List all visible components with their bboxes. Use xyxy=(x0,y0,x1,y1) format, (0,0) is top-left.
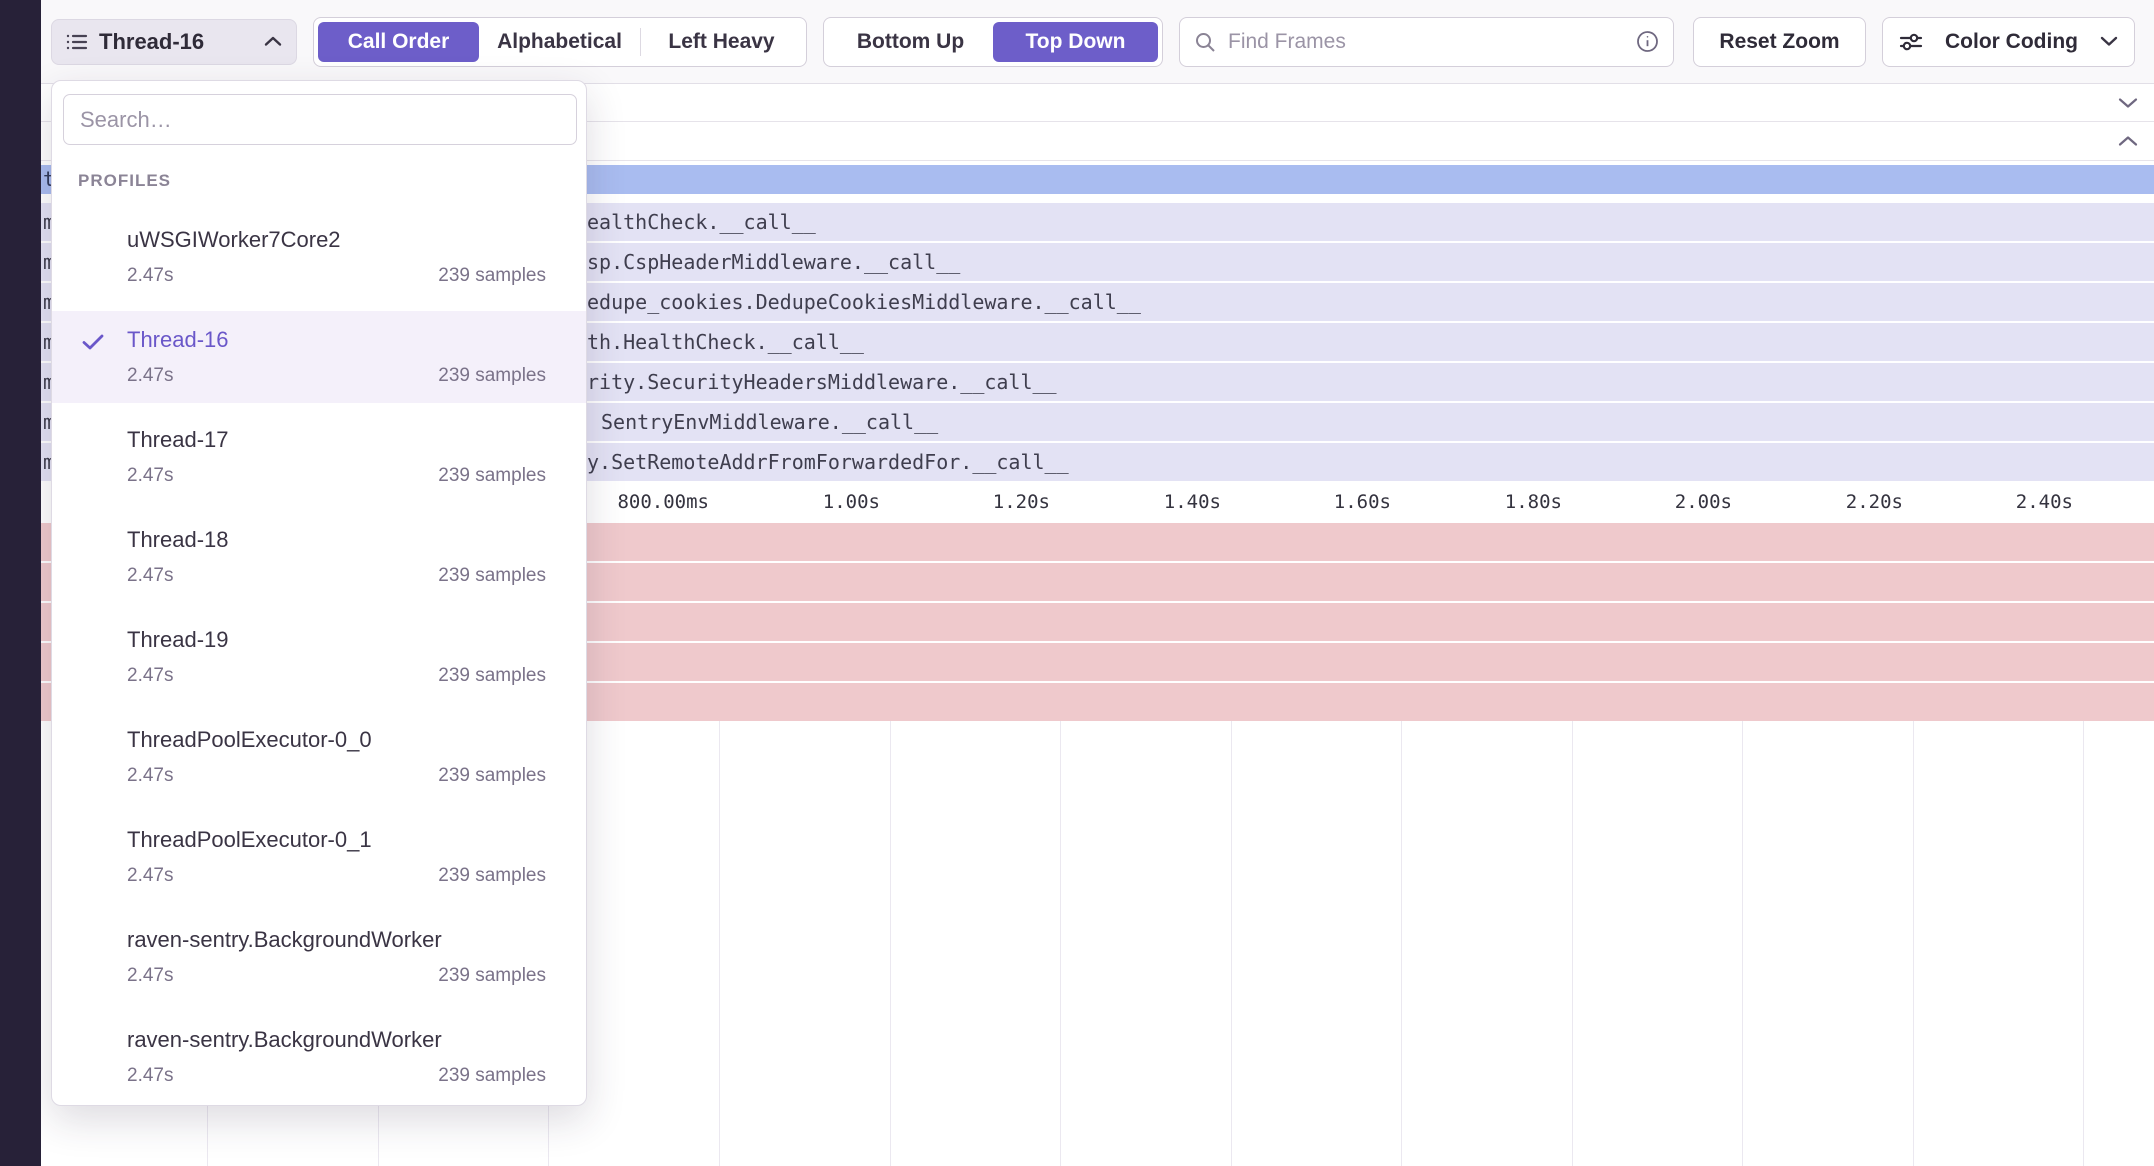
profiles-dropdown: PROFILES uWSGIWorker7Core2 2.47s 239 sam… xyxy=(51,80,587,1106)
profile-name: Thread-17 xyxy=(127,427,229,453)
ruler-tick-label: 1.60s xyxy=(1334,483,1391,521)
gridline xyxy=(1231,721,1232,1166)
profile-samples: 239 samples xyxy=(438,265,546,287)
profile-item[interactable]: ThreadPoolExecutor-0_0 2.47s 239 samples xyxy=(52,711,586,803)
frame-label: ealthCheck.__call__ xyxy=(587,203,816,241)
profiler-toolbar: Thread-16 Call Order Alphabetical Left H… xyxy=(41,0,2154,84)
frame-label: y.SetRemoteAddrFromForwardedFor.__call__ xyxy=(587,443,1069,481)
profile-samples: 239 samples xyxy=(438,865,546,887)
frame-label: rity.SecurityHeadersMiddleware.__call__ xyxy=(587,363,1057,401)
profile-samples: 239 samples xyxy=(438,565,546,587)
thread-selector-label: Thread-16 xyxy=(99,29,253,55)
section-collapse-chevron-down-icon[interactable] xyxy=(2118,97,2138,109)
profile-name: raven-sentry.BackgroundWorker xyxy=(127,927,442,953)
ruler-tick-label: 1.20s xyxy=(993,483,1050,521)
chevron-up-icon xyxy=(264,36,282,47)
gridline xyxy=(1060,721,1061,1166)
profile-name: raven-sentry.BackgroundWorker xyxy=(127,1027,442,1053)
gridline xyxy=(890,721,891,1166)
thread-list-icon xyxy=(66,33,88,51)
gridline xyxy=(1572,721,1573,1166)
profile-name: ThreadPoolExecutor-0_1 xyxy=(127,827,372,853)
sort-option-call-order[interactable]: Call Order xyxy=(318,22,479,62)
profile-samples: 239 samples xyxy=(438,965,546,987)
ruler-tick-label: 1.80s xyxy=(1505,483,1562,521)
ruler-tick-label: 800.00ms xyxy=(617,483,709,521)
profile-item[interactable]: uWSGIWorker7Core2 2.47s 239 samples xyxy=(52,211,586,303)
find-frames-input[interactable] xyxy=(1226,29,1626,55)
sliders-icon xyxy=(1899,32,1923,52)
chevron-down-icon xyxy=(2100,36,2118,47)
find-frames-field xyxy=(1179,17,1674,67)
ruler-tick-label: 1.40s xyxy=(1164,483,1221,521)
app-sidebar-strip xyxy=(0,0,41,1166)
profile-duration: 2.47s xyxy=(127,565,173,587)
section-expand-chevron-up-icon[interactable] xyxy=(2118,135,2138,147)
profile-duration: 2.47s xyxy=(127,665,173,687)
profile-item[interactable]: raven-sentry.BackgroundWorker 2.47s 239 … xyxy=(52,911,586,1003)
profile-samples: 239 samples xyxy=(438,465,546,487)
profile-samples: 239 samples xyxy=(438,1065,546,1087)
profile-name: Thread-16 xyxy=(127,327,229,353)
profile-item[interactable]: raven-sentry.BackgroundWorker 2.47s 239 … xyxy=(52,1011,586,1103)
profile-duration: 2.47s xyxy=(127,365,173,387)
ruler-tick-label: 2.40s xyxy=(2016,483,2073,521)
profile-item[interactable]: Thread-19 2.47s 239 samples xyxy=(52,611,586,703)
thread-selector-button[interactable]: Thread-16 xyxy=(51,19,297,65)
profiles-section-label: PROFILES xyxy=(78,171,171,191)
sort-option-left-heavy[interactable]: Left Heavy xyxy=(641,22,802,62)
frame-label: th.HealthCheck.__call__ xyxy=(587,323,864,361)
check-icon xyxy=(81,333,105,351)
profile-name: uWSGIWorker7Core2 xyxy=(127,227,341,253)
profile-duration: 2.47s xyxy=(127,1065,173,1087)
profile-item-selected[interactable]: Thread-16 2.47s 239 samples xyxy=(52,311,586,403)
profile-duration: 2.47s xyxy=(127,865,173,887)
gridline xyxy=(1401,721,1402,1166)
reset-zoom-button[interactable]: Reset Zoom xyxy=(1693,17,1866,67)
search-icon xyxy=(1194,31,1216,53)
direction-option-top-down[interactable]: Top Down xyxy=(993,22,1158,62)
frame-label: sp.CspHeaderMiddleware.__call__ xyxy=(587,243,960,281)
profile-item[interactable]: ThreadPoolExecutor-0_1 2.47s 239 samples xyxy=(52,811,586,903)
frame-label: SentryEnvMiddleware.__call__ xyxy=(601,403,938,441)
gridline xyxy=(719,721,720,1166)
color-coding-label: Color Coding xyxy=(1945,30,2078,54)
sort-segmented-control: Call Order Alphabetical Left Heavy xyxy=(313,17,807,67)
direction-segmented-control: Bottom Up Top Down xyxy=(823,17,1163,67)
frame-label: edupe_cookies.DedupeCookiesMiddleware.__… xyxy=(587,283,1141,321)
gridline xyxy=(1742,721,1743,1166)
profile-duration: 2.47s xyxy=(127,465,173,487)
info-icon xyxy=(1636,30,1659,53)
dropdown-search-field xyxy=(63,94,577,145)
color-coding-button[interactable]: Color Coding xyxy=(1882,17,2135,67)
dropdown-search-input[interactable] xyxy=(78,106,562,134)
sort-option-alphabetical[interactable]: Alphabetical xyxy=(479,22,640,62)
profile-duration: 2.47s xyxy=(127,965,173,987)
profile-name: ThreadPoolExecutor-0_0 xyxy=(127,727,372,753)
profile-item[interactable]: Thread-17 2.47s 239 samples xyxy=(52,411,586,503)
profile-samples: 239 samples xyxy=(438,365,546,387)
ruler-tick-label: 2.00s xyxy=(1675,483,1732,521)
profile-name: Thread-19 xyxy=(127,627,229,653)
ruler-tick-label: 2.20s xyxy=(1846,483,1903,521)
profile-samples: 239 samples xyxy=(438,765,546,787)
profile-name: Thread-18 xyxy=(127,527,229,553)
gridline xyxy=(1913,721,1914,1166)
gridline xyxy=(2083,721,2084,1166)
profile-item[interactable]: Thread-18 2.47s 239 samples xyxy=(52,511,586,603)
profile-duration: 2.47s xyxy=(127,265,173,287)
profile-samples: 239 samples xyxy=(438,665,546,687)
direction-option-bottom-up[interactable]: Bottom Up xyxy=(828,22,993,62)
ruler-tick-label: 1.00s xyxy=(823,483,880,521)
profile-duration: 2.47s xyxy=(127,765,173,787)
